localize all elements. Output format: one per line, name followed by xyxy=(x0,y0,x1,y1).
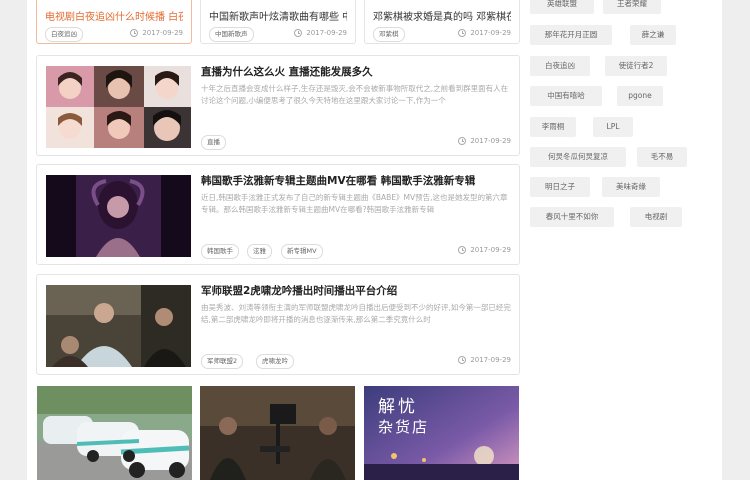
article-title[interactable]: 军师联盟2虎啸龙吟播出时间播出平台介绍 xyxy=(201,283,511,298)
article-card[interactable]: 直播为什么这么火 直播还能发展多久 十年之后直播会变成什么样子,生存还是毁灭,会… xyxy=(36,55,520,156)
top-card-date: 2017-09-29 xyxy=(130,29,183,37)
film-set-photo[interactable] xyxy=(200,386,355,480)
article-date: 2017-09-29 xyxy=(458,356,511,364)
top-card-tag[interactable]: 白夜追凶 xyxy=(45,27,83,42)
article-tag[interactable]: 泫雅 xyxy=(247,244,272,259)
sidebar-tag[interactable]: 何炅冬瓜何炅复凉 xyxy=(530,147,626,167)
sidebar-tag[interactable]: 英雄联盟 xyxy=(530,0,594,14)
article-tag[interactable]: 军师联盟2 xyxy=(201,354,244,369)
top-card-title[interactable]: 电视剧白夜追凶什么时候播 白夜 xyxy=(45,8,183,23)
top-card[interactable]: 中国新歌声叶炫清歌曲有哪些 中 中国新歌声 2017-09-29 xyxy=(200,0,356,44)
article-date: 2017-09-29 xyxy=(458,246,511,254)
top-card[interactable]: 邓紫棋被求婚是真的吗 邓紫棋在 邓紫棋 2017-09-29 xyxy=(364,0,520,44)
jieyou-poster[interactable]: 解忧 杂货店 xyxy=(364,386,519,480)
article-thumbnail[interactable] xyxy=(46,285,191,367)
article-thumbnail[interactable] xyxy=(46,175,191,257)
date-text: 2017-09-29 xyxy=(470,246,511,254)
article-tag[interactable]: 虎啸龙吟 xyxy=(256,354,294,369)
sidebar-tag[interactable]: 美味奇缘 xyxy=(602,177,660,197)
clock-icon xyxy=(458,246,467,254)
article-title[interactable]: 韩国歌手泫雅新专辑主题曲MV在哪看 韩国歌手泫雅新专辑 xyxy=(201,173,511,188)
sidebar-tag[interactable]: 白夜追凶 xyxy=(530,56,590,76)
poster-title-line1: 解忧 xyxy=(378,397,418,417)
article-description: 十年之后直播会变成什么样子,生存还是毁灭,会不会被新事物所取代之,之前看到群里面… xyxy=(201,84,509,105)
poster-title-line2: 杂货店 xyxy=(378,418,430,436)
sidebar-tag[interactable]: 王者荣耀 xyxy=(603,0,661,14)
sidebar-tag[interactable]: 春风十里不如你 xyxy=(530,207,614,227)
sidebar-tag[interactable]: 电视剧 xyxy=(630,207,682,227)
article-tag[interactable]: 直播 xyxy=(201,135,226,150)
top-card-date: 2017-09-29 xyxy=(458,29,511,37)
sidebar-tag[interactable]: 那年花开月正圆 xyxy=(530,25,612,45)
sidebar-tag[interactable]: 李雨桐 xyxy=(530,117,576,137)
clock-icon xyxy=(294,29,303,37)
article-tag[interactable]: 新专辑MV xyxy=(281,244,323,259)
top-card-title[interactable]: 邓紫棋被求婚是真的吗 邓紫棋在 xyxy=(373,8,511,23)
article-card[interactable]: 军师联盟2虎啸龙吟播出时间播出平台介绍 由吴秀波、刘涛等领衔主演的军师联盟虎啸龙… xyxy=(36,274,520,375)
top-card[interactable]: 电视剧白夜追凶什么时候播 白夜 白夜追凶 2017-09-29 xyxy=(36,0,192,44)
sidebar-tag[interactable]: pgone xyxy=(617,86,663,106)
top-card-date: 2017-09-29 xyxy=(294,29,347,37)
sidebar-tag[interactable]: 毛不易 xyxy=(637,147,687,167)
article-tag[interactable]: 韩国歌手 xyxy=(201,244,239,259)
article-description: 近日,韩国歌手泫雅正式发布了自己的新专辑主题曲《BABE》MV预告,这也是她发型… xyxy=(201,193,508,214)
clock-icon xyxy=(458,356,467,364)
article-date: 2017-09-29 xyxy=(458,137,511,145)
clock-icon xyxy=(458,29,467,37)
article-card[interactable]: 韩国歌手泫雅新专辑主题曲MV在哪看 韩国歌手泫雅新专辑 近日,韩国歌手泫雅正式发… xyxy=(36,164,520,265)
date-text: 2017-09-29 xyxy=(470,356,511,364)
date-text: 2017-09-29 xyxy=(142,29,183,37)
date-text: 2017-09-29 xyxy=(470,137,511,145)
article-title[interactable]: 直播为什么这么火 直播还能发展多久 xyxy=(201,64,511,79)
page: 电视剧白夜追凶什么时候播 白夜 白夜追凶 2017-09-29 中国新歌声叶炫清… xyxy=(27,0,722,480)
sidebar-tag[interactable]: 明日之子 xyxy=(530,177,590,197)
article-thumbnail[interactable] xyxy=(46,66,191,148)
sidebar-tag[interactable]: 薛之谦 xyxy=(630,25,676,45)
top-card-title[interactable]: 中国新歌声叶炫清歌曲有哪些 中 xyxy=(209,8,347,23)
date-text: 2017-09-29 xyxy=(470,29,511,37)
top-card-tag[interactable]: 邓紫棋 xyxy=(373,27,405,42)
sidebar-tag[interactable]: 中国有嘻哈 xyxy=(530,86,602,106)
clock-icon xyxy=(458,137,467,145)
date-text: 2017-09-29 xyxy=(306,29,347,37)
article-description: 由吴秀波、刘涛等领衔主演的军师联盟虎啸龙吟自播出后便受到不少的好评,如今第一部已… xyxy=(201,303,511,324)
clock-icon xyxy=(130,29,139,37)
sidebar-tag[interactable]: LPL xyxy=(593,117,633,137)
sidebar-tag[interactable]: 使徒行者2 xyxy=(605,56,667,76)
top-card-tag[interactable]: 中国新歌声 xyxy=(209,27,254,42)
cars-photo[interactable] xyxy=(37,386,192,480)
